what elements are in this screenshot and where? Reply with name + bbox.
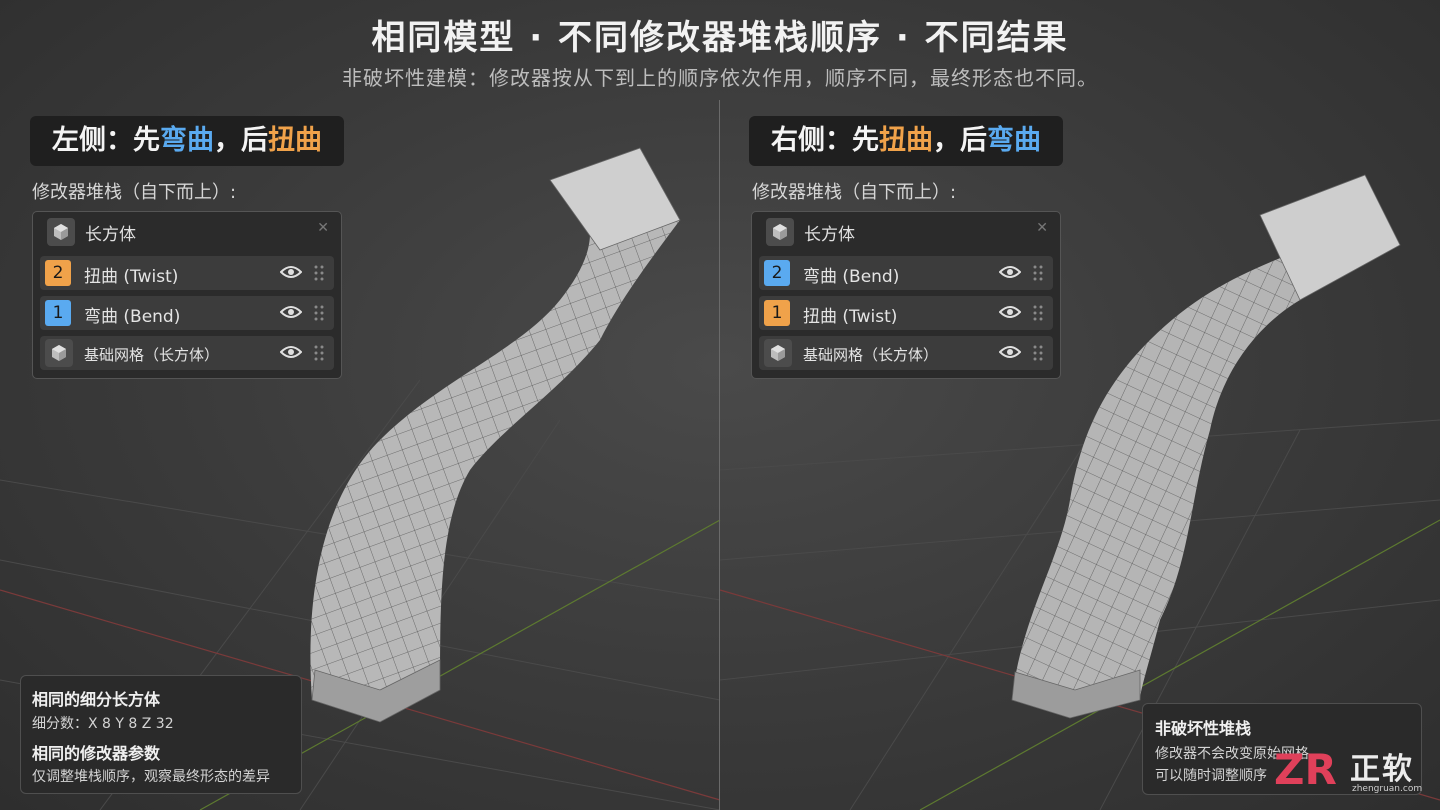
logo-mark-icon: ZR [1274,745,1337,794]
info-heading-stack: 非破坏性堆栈 [1155,719,1252,738]
info-heading-params: 相同的修改器参数 [32,744,161,763]
modifier-label: 扭曲 (Twist) [803,307,898,327]
info-note: 仅调整堆栈顺序，观察最终形态的差异 [32,769,270,785]
svg-text:ZR: ZR [1274,745,1337,792]
right-title-first-modifier: 扭曲 [879,125,933,156]
cube-icon [47,218,75,246]
cube-icon [766,218,794,246]
order-badge: 2 [45,260,71,286]
object-name: 长方体 [85,225,136,245]
right-mesh [1011,174,1401,719]
drag-handle-icon[interactable] [314,264,324,282]
eye-icon[interactable] [999,345,1021,359]
page-subtitle: 非破坏性建模：修改器按从下到上的顺序依次作用，顺序不同，最终形态也不同。 [342,66,1098,90]
object-name: 长方体 [804,225,855,245]
modifier-row-base-mesh[interactable]: 基础网格（长方体） [40,336,334,370]
info-box-left: 相同的细分长方体 细分数：X 8 Y 8 Z 32 相同的修改器参数 仅调整堆栈… [20,675,302,794]
left-panel-title: 左侧：先弯曲，后扭曲 [30,116,344,166]
left-title-first-modifier: 弯曲 [160,125,214,156]
right-panel-title: 右侧：先扭曲，后弯曲 [749,116,1063,166]
right-modifier-stack: 长方体 ✕ 2 弯曲 (Bend) 1 扭曲 (Twist) 基础网格（长方体） [751,211,1061,379]
right-stack-header[interactable]: 长方体 ✕ [752,212,1060,252]
modifier-row-twist[interactable]: 1 扭曲 (Twist) [759,296,1053,330]
order-badge: 1 [45,300,71,326]
order-badge: 2 [764,260,790,286]
left-stack-header[interactable]: 长方体 ✕ [33,212,341,252]
eye-icon[interactable] [999,305,1021,319]
drag-handle-icon[interactable] [1033,344,1043,362]
left-mesh [310,147,681,723]
left-title-separator: ，后 [214,125,268,156]
left-title-prefix: 左侧：先 [52,125,160,156]
drag-handle-icon[interactable] [314,344,324,362]
eye-icon[interactable] [280,265,302,279]
modifier-label: 弯曲 (Bend) [84,307,181,327]
modifier-row-bend[interactable]: 1 弯曲 (Bend) [40,296,334,330]
modifier-label: 扭曲 (Twist) [84,267,179,287]
eye-icon[interactable] [280,345,302,359]
modifier-row-bend[interactable]: 2 弯曲 (Bend) [759,256,1053,290]
subdivision-counts: 细分数：X 8 Y 8 Z 32 [32,716,174,732]
base-mesh-label: 基础网格（长方体） [803,346,939,364]
left-title-second-modifier: 扭曲 [268,125,322,156]
base-mesh-label: 基础网格（长方体） [84,346,220,364]
watermark-logo: ZR 正软 zhengruan.com [1272,742,1432,800]
right-title-prefix: 右侧：先 [771,125,879,156]
left-stack-caption: 修改器堆栈（自下而上）: [32,182,237,203]
cube-icon [764,339,792,367]
right-title-separator: ，后 [933,125,987,156]
eye-icon[interactable] [999,265,1021,279]
drag-handle-icon[interactable] [1033,304,1043,322]
close-icon[interactable]: ✕ [1036,220,1048,236]
info-line-2: 可以随时调整顺序 [1155,768,1267,784]
right-title-second-modifier: 弯曲 [987,125,1041,156]
order-badge: 1 [764,300,790,326]
logo-text: 正软 [1350,752,1414,787]
page-title: 相同模型 · 不同修改器堆栈顺序 · 不同结果 [371,18,1069,58]
eye-icon[interactable] [280,305,302,319]
modifier-row-twist[interactable]: 2 扭曲 (Twist) [40,256,334,290]
logo-url: zhengruan.com [1352,784,1423,794]
drag-handle-icon[interactable] [314,304,324,322]
right-stack-caption: 修改器堆栈（自下而上）: [752,182,957,203]
close-icon[interactable]: ✕ [317,220,329,236]
left-modifier-stack: 长方体 ✕ 2 扭曲 (Twist) 1 弯曲 (Bend) 基础网格（长方体） [32,211,342,379]
split-divider [719,100,720,810]
modifier-row-base-mesh[interactable]: 基础网格（长方体） [759,336,1053,370]
drag-handle-icon[interactable] [1033,264,1043,282]
info-heading-mesh: 相同的细分长方体 [32,690,161,709]
modifier-label: 弯曲 (Bend) [803,267,900,287]
cube-icon [45,339,73,367]
